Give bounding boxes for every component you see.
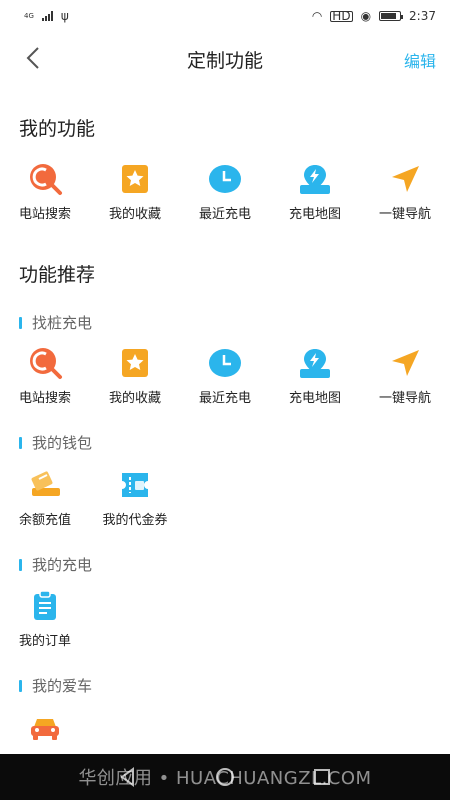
function-item[interactable]: 充电地图 bbox=[270, 161, 360, 222]
recommended-title: 功能推荐 bbox=[19, 264, 96, 286]
battery-icon bbox=[379, 11, 404, 21]
group-my-car: 我的爱车 bbox=[19, 675, 92, 696]
headphone-icon: ◠ bbox=[311, 9, 323, 23]
accent-bar bbox=[19, 558, 22, 571]
function-label: 充电地图 bbox=[288, 207, 341, 222]
favorites-icon bbox=[117, 161, 153, 197]
signal-icon bbox=[41, 11, 53, 21]
navigation-icon bbox=[387, 161, 423, 197]
my-functions-grid: 电站搜索 我的收藏 最近充电 充电地图 一键导航 bbox=[0, 161, 450, 222]
car-icon bbox=[27, 709, 63, 745]
group-wallet: 我的钱包 bbox=[19, 432, 92, 453]
orders-icon bbox=[27, 588, 63, 624]
group-my-charging: 我的充电 bbox=[19, 554, 92, 575]
function-item[interactable]: 一键导航 bbox=[360, 161, 450, 222]
function-item[interactable]: 电站搜索 bbox=[0, 161, 90, 222]
status-bar: 4G ψ ◠ HD ◉ 2:37 bbox=[0, 0, 450, 32]
accent-bar bbox=[19, 679, 22, 692]
hd-icon: HD bbox=[330, 8, 353, 23]
function-item[interactable]: 我的代金券 bbox=[90, 467, 180, 528]
network-type: 4G bbox=[24, 11, 34, 20]
back-arrow-icon[interactable] bbox=[20, 44, 48, 72]
my-functions-title: 我的功能 bbox=[19, 118, 96, 140]
function-label: 充电地图 bbox=[288, 391, 341, 406]
nav-home-icon[interactable] bbox=[214, 766, 236, 788]
edit-button[interactable]: 编辑 bbox=[404, 48, 436, 72]
navigation-icon bbox=[387, 345, 423, 381]
function-label: 我的订单 bbox=[18, 634, 71, 649]
find-station-grid: 电站搜索 我的收藏 最近充电 充电地图 一键导航 bbox=[0, 345, 450, 406]
function-label: 一键导航 bbox=[378, 391, 431, 406]
recent-charge-icon bbox=[207, 345, 243, 381]
my-charging-grid: 我的订单 bbox=[0, 588, 450, 649]
group-title: 我的爱车 bbox=[32, 677, 93, 695]
nav-back-icon[interactable] bbox=[117, 766, 139, 788]
function-label: 我的收藏 bbox=[108, 207, 161, 222]
eye-comfort-icon: ◉ bbox=[360, 9, 372, 23]
page-title: 定制功能 bbox=[186, 49, 263, 72]
function-label: 我的收藏 bbox=[108, 391, 161, 406]
balance-recharge-icon bbox=[27, 467, 63, 503]
accent-bar bbox=[19, 316, 22, 329]
function-label: 最近充电 bbox=[198, 207, 251, 222]
station-search-icon bbox=[27, 345, 63, 381]
group-title: 我的钱包 bbox=[32, 434, 93, 452]
function-item[interactable]: 最近充电 bbox=[180, 345, 270, 406]
function-item[interactable]: 一键导航 bbox=[360, 345, 450, 406]
function-label: 余额充值 bbox=[18, 513, 71, 528]
status-left: 4G ψ bbox=[24, 9, 69, 23]
function-item[interactable]: 我的收藏 bbox=[90, 345, 180, 406]
function-label: 我的代金券 bbox=[102, 513, 168, 528]
function-item[interactable]: 充电地图 bbox=[270, 345, 360, 406]
header: 定制功能 编辑 bbox=[0, 36, 450, 82]
function-item[interactable]: 我的订单 bbox=[0, 588, 90, 649]
wallet-grid: 余额充值 我的代金券 bbox=[0, 467, 450, 528]
function-item[interactable]: 最近充电 bbox=[180, 161, 270, 222]
function-item[interactable]: 电站搜索 bbox=[0, 345, 90, 406]
accent-bar bbox=[19, 436, 22, 449]
function-item[interactable]: 余额充值 bbox=[0, 467, 90, 528]
battery-fill bbox=[381, 13, 397, 19]
charge-map-icon bbox=[297, 345, 333, 381]
system-nav-bar bbox=[0, 754, 450, 800]
function-item[interactable]: 我的收藏 bbox=[90, 161, 180, 222]
status-right: ◠ HD ◉ 2:37 bbox=[312, 9, 436, 23]
station-search-icon bbox=[27, 161, 63, 197]
nav-recent-icon[interactable] bbox=[311, 766, 333, 788]
function-label: 电站搜索 bbox=[18, 207, 71, 222]
status-time: 2:37 bbox=[409, 9, 436, 23]
favorites-icon bbox=[117, 345, 153, 381]
recent-charge-icon bbox=[207, 161, 243, 197]
charge-map-icon bbox=[297, 161, 333, 197]
group-title: 找桩充电 bbox=[32, 314, 93, 332]
group-find-station: 找桩充电 bbox=[19, 312, 92, 333]
usb-icon: ψ bbox=[60, 9, 69, 23]
function-label: 最近充电 bbox=[198, 391, 251, 406]
group-title: 我的充电 bbox=[32, 556, 93, 574]
function-label: 一键导航 bbox=[378, 207, 431, 222]
function-label: 电站搜索 bbox=[18, 391, 71, 406]
voucher-icon bbox=[117, 467, 153, 503]
